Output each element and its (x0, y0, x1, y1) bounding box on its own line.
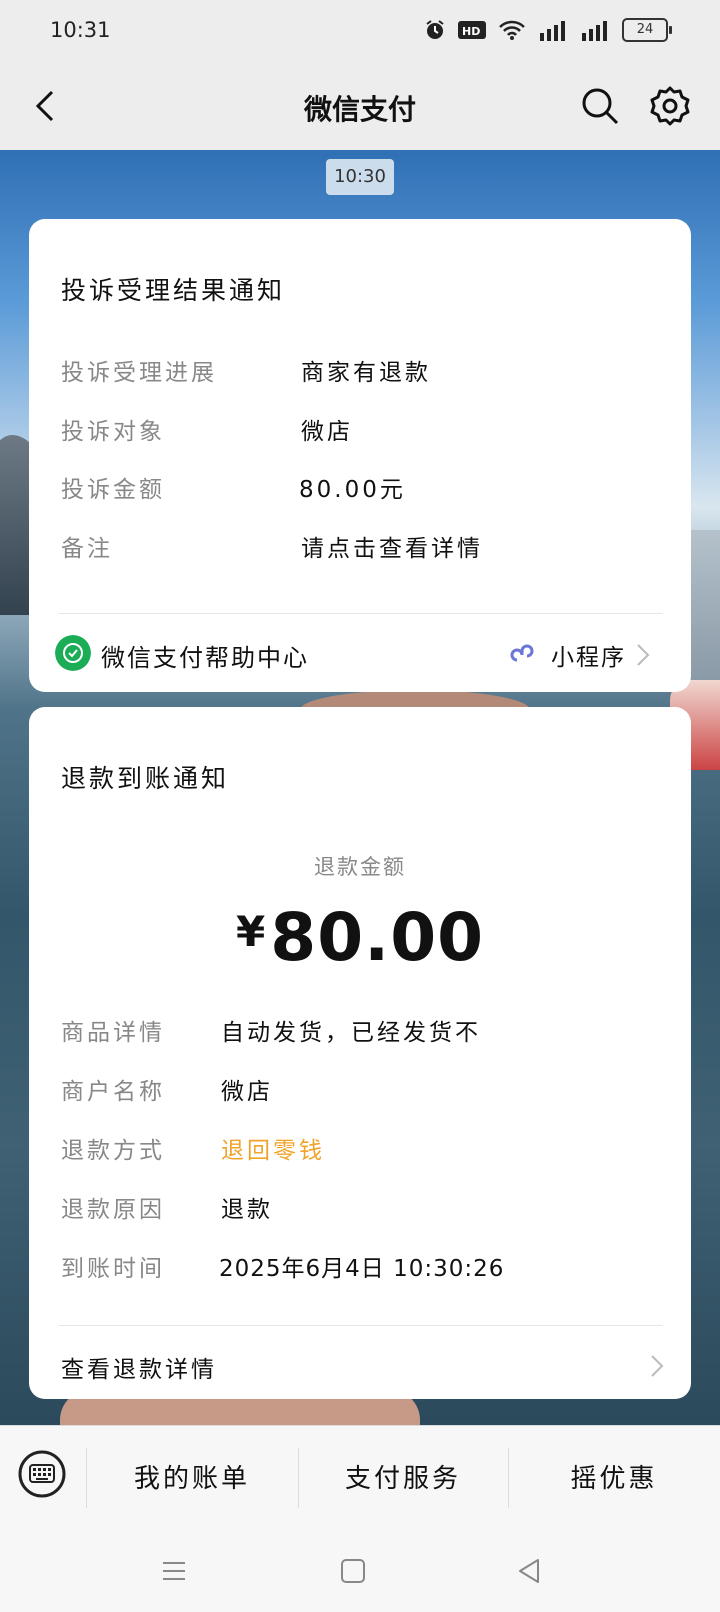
keyboard-icon[interactable] (18, 1450, 66, 1498)
row-value: 商家有退款 (301, 360, 431, 386)
home-square-icon[interactable] (340, 1557, 366, 1585)
menu-shake-offers[interactable]: 摇优惠 (508, 1426, 720, 1532)
divider (59, 1325, 663, 1326)
bottom-menu-bar: 我的账单 支付服务 摇优惠 (0, 1425, 720, 1532)
chevron-right-icon (651, 1355, 664, 1377)
battery-indicator: 24 (622, 18, 672, 42)
menu-my-bills[interactable]: 我的账单 (86, 1426, 298, 1532)
status-bar: 10:31 HD 24 (0, 0, 720, 64)
row-label: 备注 (61, 536, 113, 562)
row-value-refund-method: 退回零钱 (221, 1138, 325, 1164)
system-navigation-bar (0, 1531, 720, 1612)
amount-value: 80.00 (270, 899, 485, 976)
menu-lines-icon[interactable] (160, 1557, 188, 1585)
nav-bar: 微信支付 (0, 64, 720, 150)
signal-4g-icon (582, 21, 607, 41)
row-value: 80.00元 (299, 477, 406, 503)
card-title: 投诉受理结果通知 (61, 276, 286, 305)
mini-program-label: 小程序 (551, 645, 626, 671)
complaint-result-card[interactable]: 投诉受理结果通知 投诉受理进展 商家有退款 投诉对象 微店 投诉金额 80.00… (29, 219, 691, 692)
signal-5g-icon (540, 21, 565, 41)
row-label: 投诉对象 (61, 419, 165, 445)
menu-payment-services[interactable]: 支付服务 (298, 1426, 508, 1532)
row-value: 微店 (301, 419, 353, 445)
row-label: 商户名称 (61, 1079, 165, 1105)
row-label: 退款方式 (61, 1138, 165, 1164)
row-value: 2025年6月4日 10:30:26 (219, 1256, 505, 1282)
status-icons: HD 24 (424, 18, 672, 42)
refund-amount: ¥ 80.00 (29, 899, 691, 976)
row-value: 自动发货，已经发货不 (221, 1020, 481, 1046)
row-value: 请点击查看详情 (301, 536, 483, 562)
card-title: 退款到账通知 (61, 764, 230, 793)
mini-program-icon (510, 644, 534, 662)
row-label: 商品详情 (61, 1020, 165, 1046)
gear-icon[interactable] (648, 84, 692, 128)
help-center-link[interactable]: 微信支付帮助中心 (101, 638, 309, 673)
search-icon[interactable] (578, 84, 622, 128)
message-timestamp: 10:30 (326, 159, 394, 195)
status-time: 10:31 (50, 18, 111, 42)
row-value: 微店 (221, 1079, 273, 1105)
chevron-right-icon (637, 644, 650, 666)
refund-amount-label: 退款金额 (314, 855, 406, 879)
alarm-icon (426, 20, 444, 39)
refund-notice-card[interactable]: 退款到账通知 退款金额 ¥ 80.00 商品详情 自动发货，已经发货不 商户名称… (29, 707, 691, 1399)
view-refund-details-link[interactable]: 查看退款详情 (61, 1350, 217, 1384)
back-triangle-icon[interactable] (516, 1557, 542, 1585)
row-label: 投诉金额 (61, 477, 165, 503)
svg-text:HD: HD (462, 25, 480, 38)
row-label: 投诉受理进展 (61, 360, 217, 386)
row-label: 到账时间 (61, 1256, 165, 1282)
divider (59, 613, 663, 614)
wechat-pay-help-icon (55, 635, 91, 671)
hd-icon: HD (458, 21, 486, 39)
wifi-icon (499, 20, 525, 40)
currency-symbol: ¥ (235, 907, 266, 956)
row-label: 退款原因 (61, 1197, 165, 1223)
row-value: 退款 (221, 1197, 273, 1223)
